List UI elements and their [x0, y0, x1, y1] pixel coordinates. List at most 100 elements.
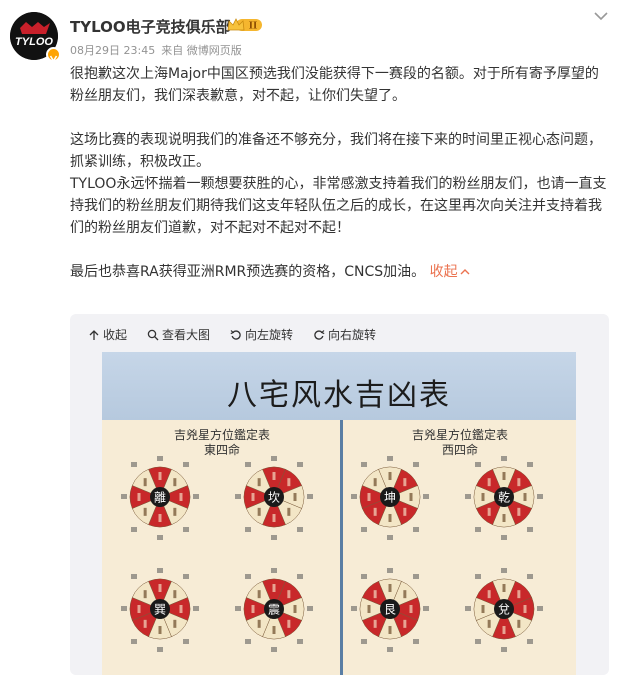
sector-mark — [388, 472, 392, 480]
member-crown-icon[interactable]: II — [226, 16, 264, 34]
right-subtitle: 吉兇星方位鑑定表 — [411, 428, 508, 442]
compass-center-label: 坤 — [384, 490, 396, 505]
collapse-image-button[interactable]: 收起 — [88, 326, 127, 343]
rotate-left-icon — [230, 329, 241, 340]
direction-mark — [245, 639, 251, 644]
sector-mark — [272, 472, 276, 480]
bagua-compass: 坤 — [351, 456, 429, 540]
direction-mark — [183, 574, 189, 579]
direction-mark — [361, 527, 367, 532]
bagua-compass: 震 — [235, 568, 313, 652]
direction-mark — [307, 494, 313, 499]
direction-mark — [537, 606, 543, 611]
direction-mark — [387, 568, 393, 573]
direction-mark — [193, 606, 199, 611]
direction-mark — [413, 462, 419, 467]
rotate-right-button[interactable]: 向右旋转 — [313, 326, 376, 343]
direction-mark — [351, 494, 357, 499]
sector-mark — [287, 478, 291, 487]
bagua-compass: 坎 — [235, 456, 313, 540]
sector-mark — [257, 619, 261, 628]
sector-mark — [517, 590, 521, 599]
post-paragraph: 这场比赛的表现说明我们的准备还不够充分，我们将在接下来的时间里正视心态问题，抓紧… — [70, 132, 602, 170]
sector-mark — [257, 478, 261, 487]
direction-mark — [307, 606, 313, 611]
direction-mark — [131, 527, 137, 532]
direction-mark — [183, 462, 189, 467]
collapse-text-button[interactable]: 收起 — [430, 264, 470, 280]
direction-mark — [465, 606, 471, 611]
sector-mark — [502, 472, 506, 480]
post-paragraph: 最后也恭喜RA获得亚洲RMR预选赛的资格，CNCS加油。 收起 — [70, 261, 610, 283]
sector-mark — [287, 590, 291, 599]
magnifier-icon — [147, 329, 159, 340]
bagua-compass: 乾 — [465, 456, 543, 540]
sector-mark — [517, 507, 521, 516]
post-paragraph: TYLOO永远怀揣着一颗想要获胜的心，非常感激支持着我们的粉丝朋友们，也请一直支… — [70, 176, 607, 236]
direction-mark — [361, 639, 367, 644]
sector-mark — [367, 605, 371, 613]
sector-mark — [143, 590, 147, 599]
sector-mark — [409, 493, 413, 501]
direction-mark — [157, 456, 163, 461]
direction-mark — [245, 462, 251, 467]
rotate-left-button[interactable]: 向左旋转 — [230, 326, 293, 343]
direction-mark — [387, 456, 393, 461]
sector-mark — [517, 619, 521, 628]
sector-mark — [481, 605, 485, 613]
sector-mark — [388, 584, 392, 592]
chevron-down-icon[interactable] — [592, 8, 610, 22]
post-date[interactable]: 08月29日 23:45 — [70, 44, 155, 57]
image-title: 八宅风水吉凶表 — [227, 378, 451, 413]
direction-mark — [131, 639, 137, 644]
direction-mark — [183, 639, 189, 644]
direction-mark — [475, 462, 481, 467]
media-container: 收起 查看大图 向左旋转 向右旋转 八宅风水吉凶表 吉兇星方位鑑定表 東四命 吉… — [70, 314, 609, 675]
sector-mark — [517, 478, 521, 487]
compass-center-label: 巽 — [154, 603, 166, 617]
sector-mark — [373, 507, 377, 516]
compass-center-label: 坎 — [268, 491, 280, 505]
image-divider — [340, 420, 343, 675]
sector-mark — [143, 619, 147, 628]
sector-mark — [137, 493, 141, 501]
sector-mark — [403, 507, 407, 516]
sector-mark — [251, 605, 255, 613]
direction-mark — [475, 527, 481, 532]
direction-mark — [121, 494, 127, 499]
bagua-compass: 離 — [121, 456, 199, 540]
sector-mark — [173, 590, 177, 599]
sector-mark — [367, 493, 371, 501]
post-image[interactable]: 八宅风水吉凶表 吉兇星方位鑑定表 東四命 吉兇星方位鑑定表 西四命 離坎坤乾巽震… — [102, 352, 576, 675]
view-large-button[interactable]: 查看大图 — [147, 326, 210, 343]
direction-mark — [527, 527, 533, 532]
sector-mark — [158, 472, 162, 480]
sector-mark — [158, 626, 162, 634]
direction-mark — [157, 535, 163, 540]
direction-mark — [527, 574, 533, 579]
sector-mark — [293, 493, 297, 501]
direction-mark — [413, 574, 419, 579]
direction-mark — [271, 647, 277, 652]
bagua-compass: 兌 — [465, 568, 543, 652]
direction-mark — [351, 606, 357, 611]
sector-mark — [388, 514, 392, 522]
direction-mark — [121, 606, 127, 611]
direction-mark — [501, 535, 507, 540]
sector-mark — [373, 619, 377, 628]
direction-mark — [537, 494, 543, 499]
direction-mark — [297, 527, 303, 532]
direction-mark — [387, 647, 393, 652]
sector-mark — [487, 478, 491, 487]
sector-mark — [502, 626, 506, 634]
verified-v-icon — [46, 47, 61, 63]
direction-mark — [157, 568, 163, 573]
sector-mark — [502, 514, 506, 522]
account-name[interactable]: TYLOO电子竞技俱乐部 — [70, 16, 231, 37]
sector-mark — [487, 619, 491, 628]
sector-mark — [143, 507, 147, 516]
rotate-right-icon — [314, 329, 325, 340]
direction-mark — [235, 494, 241, 499]
direction-mark — [245, 527, 251, 532]
direction-mark — [193, 494, 199, 499]
